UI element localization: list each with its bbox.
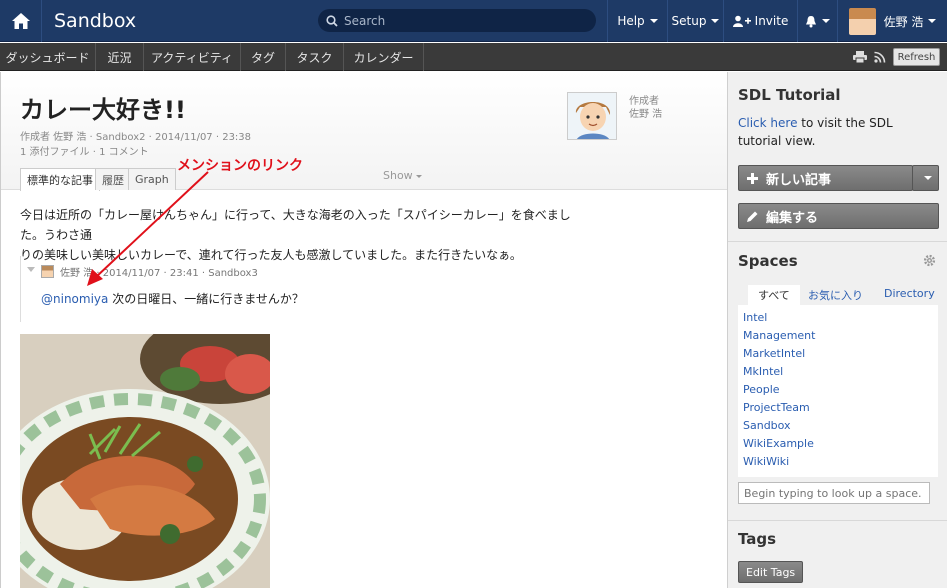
annotation-arrow [87, 171, 209, 286]
add-user-icon [732, 15, 751, 27]
search-input[interactable] [344, 13, 584, 28]
space-item-wikiwiki[interactable]: WikiWiki [743, 455, 789, 468]
spaces-list: Intel Management MarketIntel MkIntel Peo… [738, 305, 938, 477]
subnav-activity[interactable]: アクティビティ [144, 43, 241, 71]
mention-link[interactable]: @ninomiya [41, 292, 108, 306]
user-menu[interactable]: 佐野 浩 [837, 0, 947, 42]
subnav-recent[interactable]: 近況 [96, 43, 144, 71]
author-avatar[interactable] [567, 92, 617, 140]
space-item-intel[interactable]: Intel [743, 311, 767, 324]
space-item-mkintel[interactable]: MkIntel [743, 365, 783, 378]
spaces-title: Spaces [738, 252, 798, 270]
subnav-tasks[interactable]: タスク [286, 43, 344, 71]
avatar [848, 7, 876, 35]
new-article-dropdown[interactable] [912, 165, 939, 191]
notifications-menu[interactable] [797, 0, 837, 42]
pencil-icon [747, 211, 758, 222]
chevron-down-icon [415, 174, 422, 178]
space-item-marketintel[interactable]: MarketIntel [743, 347, 805, 360]
help-menu[interactable]: Help [607, 0, 667, 42]
new-article-button[interactable]: 新しい記事 [738, 165, 913, 191]
home-icon [11, 13, 30, 29]
chevron-down-icon [711, 19, 720, 23]
search-box[interactable] [318, 9, 596, 32]
tab-all-spaces[interactable]: すべて [748, 285, 800, 305]
brand-title[interactable]: Sandbox [54, 10, 136, 32]
subnav-calendar[interactable]: カレンダー [344, 43, 424, 71]
tags-title: Tags [738, 530, 777, 548]
divider [728, 520, 947, 521]
sub-navbar: ダッシュボード 近況 アクティビティ タグ タスク カレンダー Refresh [0, 43, 947, 71]
space-item-management[interactable]: Management [743, 329, 815, 342]
edit-tags-button[interactable]: Edit Tags [738, 561, 804, 583]
main-content: カレー大好き!! 作成者 佐野 浩 · Sandbox2 · 2014/11/0… [0, 72, 727, 588]
divider [728, 241, 947, 242]
author-name[interactable]: 佐野 浩 [629, 105, 662, 120]
chevron-down-icon [822, 19, 830, 23]
home-button[interactable] [0, 0, 42, 42]
tutorial-text: Click here to visit the SDL tutorial vie… [738, 116, 893, 148]
tutorial-title: SDL Tutorial [738, 86, 841, 104]
top-navbar: Sandbox Help Setup Invite 佐野 浩 [0, 0, 947, 42]
chevron-down-icon [649, 19, 658, 23]
attached-food-photo[interactable] [20, 334, 270, 588]
plus-icon [747, 172, 758, 184]
show-menu[interactable]: Show [383, 169, 422, 182]
chevron-down-icon [924, 176, 932, 180]
tutorial-link[interactable]: Click here [738, 116, 797, 130]
subnav-dashboard[interactable]: ダッシュボード [0, 43, 96, 71]
space-item-people[interactable]: People [743, 383, 780, 396]
edit-button[interactable]: 編集する [738, 203, 939, 229]
chevron-down-icon [928, 19, 937, 23]
refresh-button[interactable]: Refresh [893, 48, 940, 66]
collapse-icon[interactable] [27, 267, 35, 273]
comment-text: @ninomiya 次の日曜日、一緒に行きませんか？ [41, 292, 304, 306]
print-icon[interactable] [853, 51, 867, 63]
search-icon [326, 14, 338, 27]
page-title: カレー大好き!! [20, 96, 186, 124]
rss-icon[interactable] [874, 51, 886, 63]
space-item-wikiexample[interactable]: WikiExample [743, 437, 814, 450]
setup-menu[interactable]: Setup [667, 0, 723, 42]
space-item-sandbox[interactable]: Sandbox [743, 419, 791, 432]
space-item-projectteam[interactable]: ProjectTeam [743, 401, 810, 414]
avatar [41, 265, 54, 278]
article-meta: 作成者 佐野 浩 · Sandbox2 · 2014/11/07 · 23:38 [20, 132, 252, 143]
tab-directory[interactable]: Directory [884, 287, 935, 300]
tab-favorite-spaces[interactable]: お気に入り [808, 287, 863, 303]
subnav-tags[interactable]: タグ [241, 43, 286, 71]
invite-button[interactable]: Invite [723, 0, 797, 42]
avatar-illustration [568, 93, 616, 139]
curry-photo [20, 334, 270, 588]
bell-icon [806, 15, 816, 27]
space-search-input[interactable] [738, 482, 930, 504]
sidebar: SDL Tutorial Click here to visit the SDL… [727, 72, 947, 588]
gear-icon[interactable] [923, 254, 936, 267]
